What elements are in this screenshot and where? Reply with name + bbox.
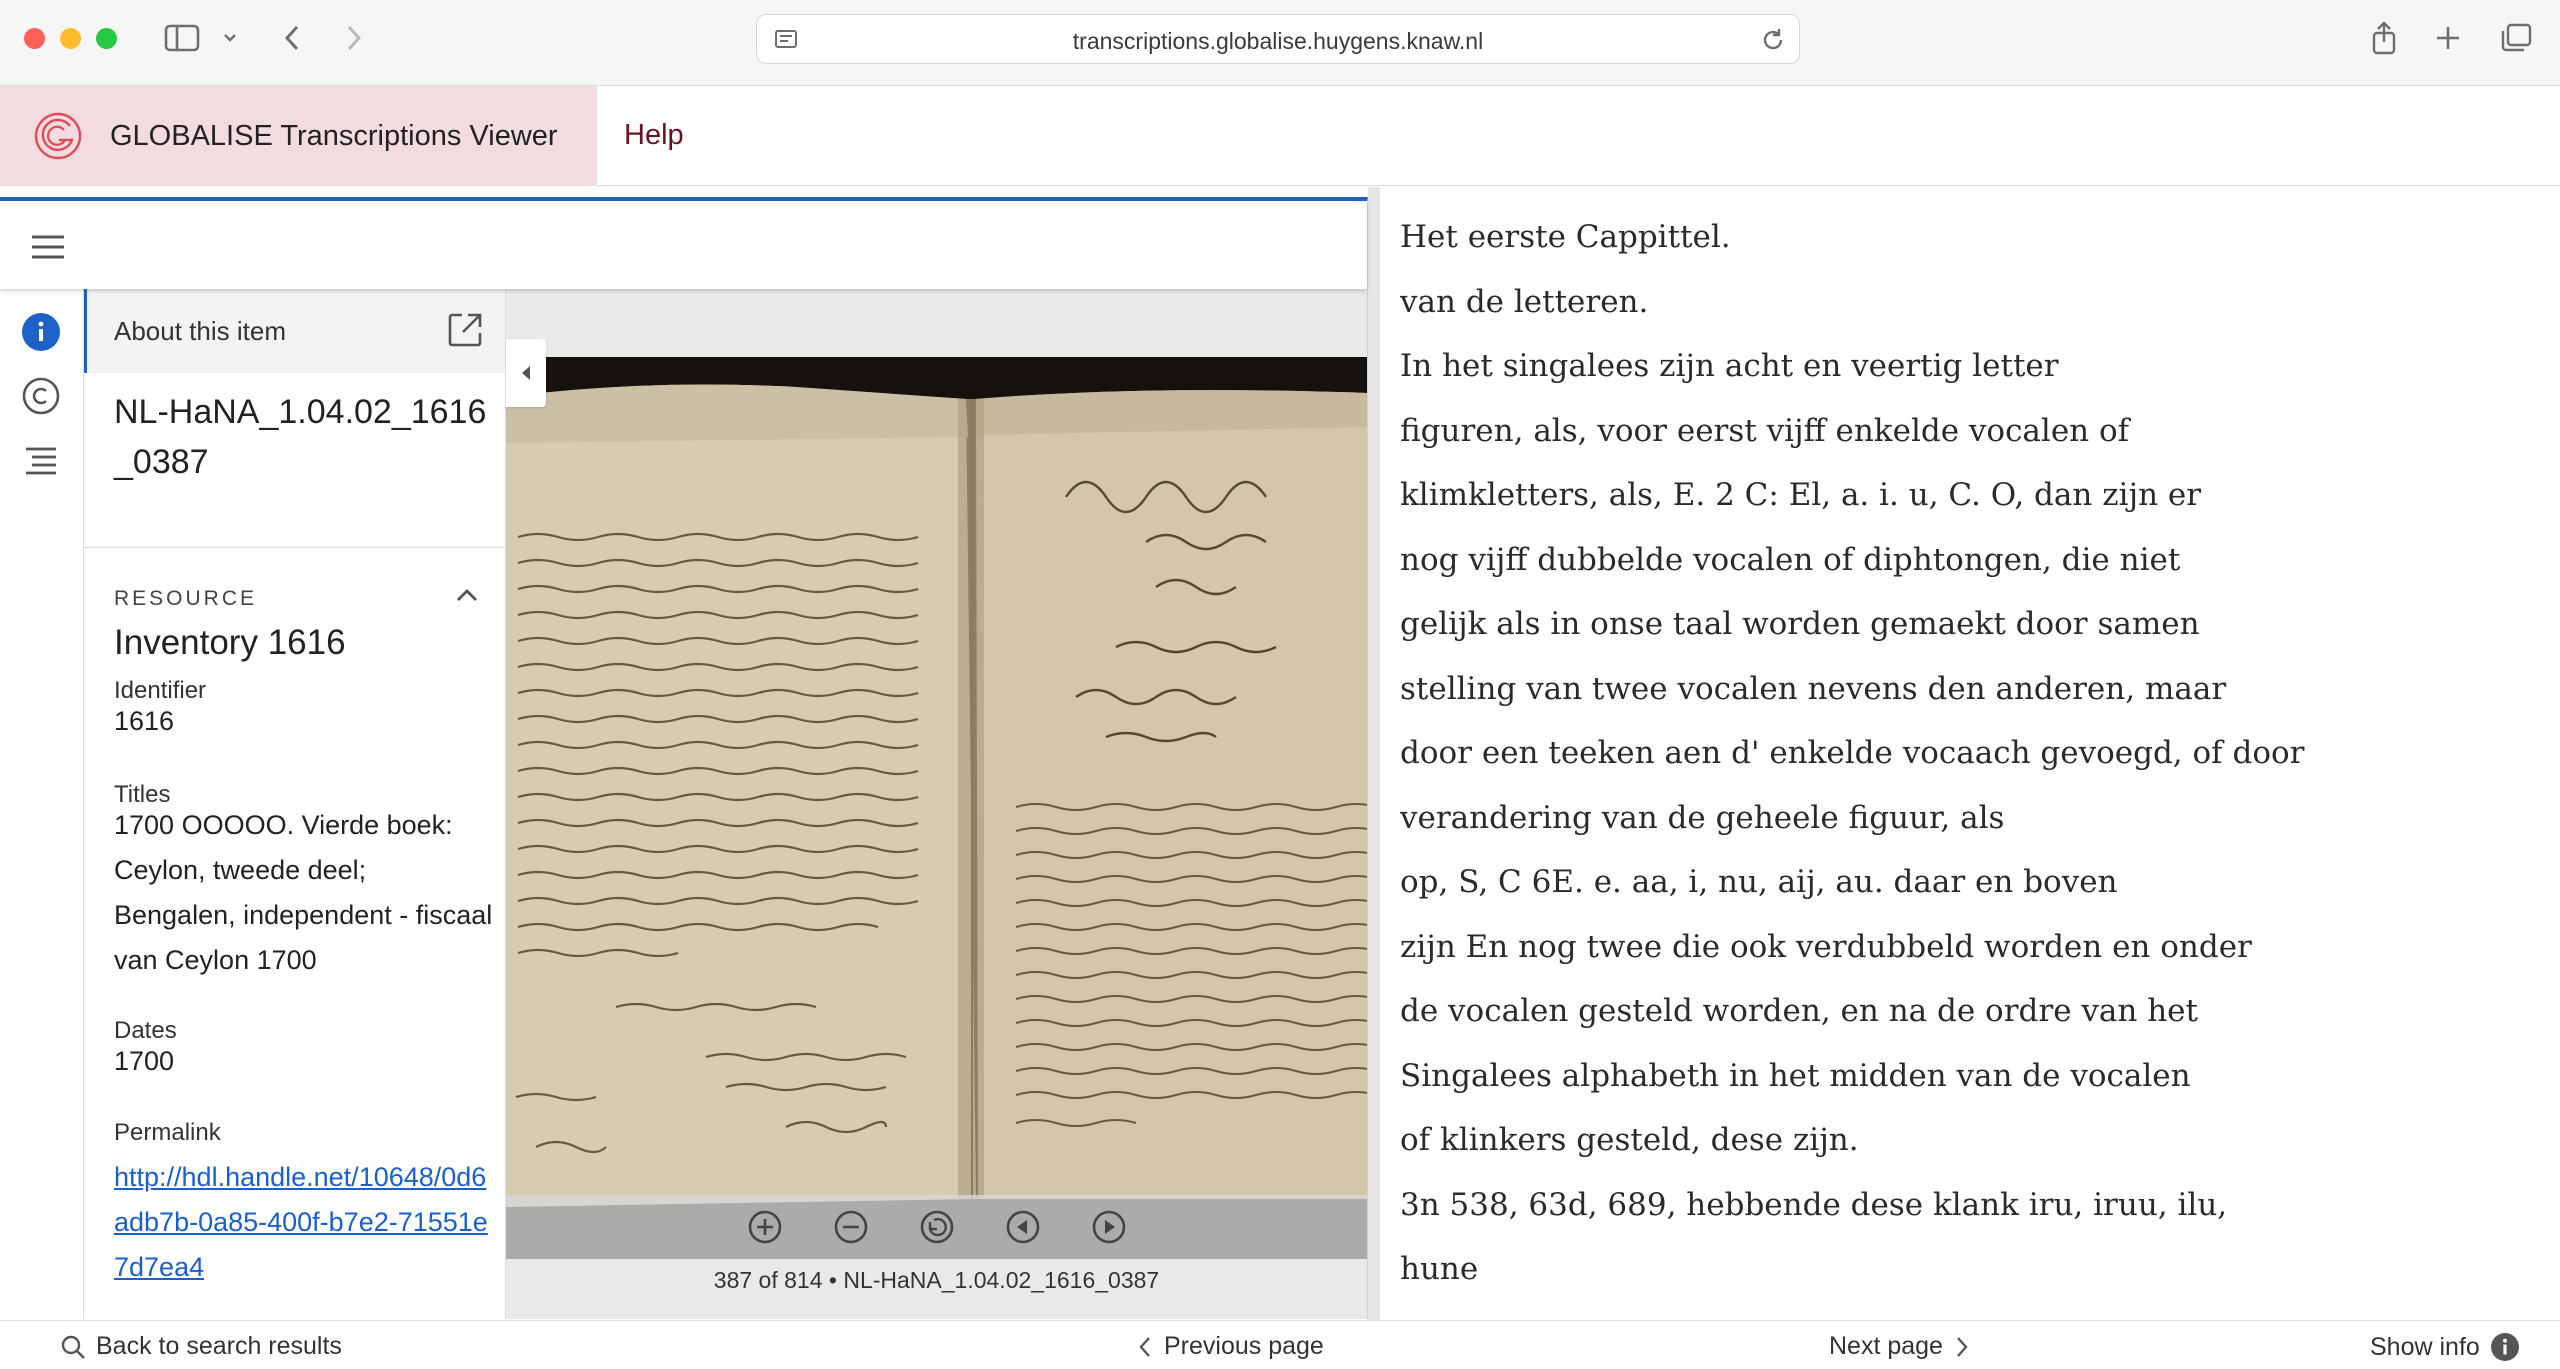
previous-page-label: Previous page [1164, 1332, 1324, 1360]
dates-value: 1700 [114, 1046, 175, 1076]
transcription-line: op, S, C 6E. e. aa, i, nu, aij, au. daar… [1400, 864, 2118, 900]
chevron-right-icon [1957, 1336, 1968, 1357]
rights-copyright-icon[interactable] [20, 375, 62, 417]
transcription-line: hune [1400, 1251, 1479, 1287]
brand-home-link[interactable]: GLOBALISE Transcriptions Viewer [0, 86, 597, 186]
info-icon[interactable] [20, 311, 62, 353]
next-canvas-icon[interactable] [1077, 1195, 1141, 1259]
app-title: GLOBALISE Transcriptions Viewer [110, 119, 558, 152]
new-tab-icon[interactable] [2428, 18, 2468, 58]
next-page-button[interactable]: Next page [1829, 1332, 1971, 1361]
address-bar[interactable]: transcriptions.globalise.huygens.knaw.nl [756, 14, 1800, 64]
transcription-line: 3n 538, 63d, 689, hebbende dese klank ir… [1400, 1186, 2228, 1223]
transcription-line: figuren, als, voor eerst vijff enkelde v… [1400, 412, 2130, 449]
resource-section-heading: RESOURCE [114, 587, 258, 610]
zoom-out-icon[interactable] [819, 1195, 883, 1259]
transcription-line: stelling van twee vocalen nevens den and… [1400, 670, 2227, 707]
url-text: transcriptions.globalise.huygens.knaw.nl [1072, 28, 1484, 54]
item-info-panel: About this item NL-HaNA_1.04.02_1616_038… [84, 289, 506, 1319]
permalink-label: Permalink [114, 1119, 221, 1146]
resource-name: Inventory 1616 [114, 623, 346, 662]
transcription-line: klimkletters, als, E. 2 C: El, a. i. u, … [1400, 477, 2202, 513]
chevron-up-icon[interactable] [453, 585, 481, 610]
transcription-lines: Het eerste Cappittel. van de letteren. I… [1400, 211, 2305, 1308]
about-item-label: About this item [114, 316, 286, 346]
minimize-window-button[interactable] [60, 28, 81, 49]
transcription-line: verandering van de geheele figuur, als [1400, 799, 2005, 836]
sidebar-toggle-icon[interactable] [160, 18, 204, 58]
companion-icon-rail [0, 289, 84, 1319]
caret-left-icon [522, 366, 530, 380]
search-icon [61, 1335, 85, 1359]
transcription-line: Het eerste Cappittel. [1400, 219, 1731, 255]
transcription-line: door een teeken aen d' enkelde vocaach g… [1400, 735, 2305, 771]
open-external-icon[interactable] [446, 311, 484, 354]
titles-value: 1700 OOOOO. Vierde boek: Ceylon, tweede … [114, 810, 493, 975]
page-caption: 387 of 814 • NL-HaNA_1.04.02_1616_0387 [713, 1267, 1160, 1293]
pane-divider[interactable] [1368, 187, 1380, 1320]
transcription-line: Singalees alphabeth in het midden van de… [1400, 1057, 2191, 1094]
show-info-label: Show info [2370, 1332, 2480, 1361]
footer-navigation: Back to search results Previous page Nex… [0, 1320, 2560, 1369]
back-to-search-button[interactable]: Back to search results [60, 1332, 342, 1361]
chevron-down-icon[interactable] [218, 18, 242, 58]
show-info-button[interactable]: Show info [2370, 1332, 2520, 1362]
info-circle-icon [2490, 1333, 2519, 1361]
transcription-line: In het singalees zijn acht en veertig le… [1400, 348, 2059, 384]
manuscript-page-image[interactable] [506, 357, 1367, 1259]
help-link[interactable]: Help [624, 119, 684, 152]
zoom-window-button[interactable] [96, 28, 117, 49]
tab-overview-icon[interactable] [2494, 18, 2538, 58]
back-to-search-label: Back to search results [96, 1332, 342, 1360]
viewer-pane: About this item NL-HaNA_1.04.02_1616_038… [0, 197, 1368, 1319]
transcription-line: nog vijff dubbelde vocalen of diphtongen… [1400, 541, 2181, 578]
back-icon[interactable] [272, 18, 312, 58]
divider [84, 547, 505, 548]
zoom-in-icon[interactable] [733, 1195, 797, 1259]
next-page-label: Next page [1829, 1332, 1943, 1360]
close-window-button[interactable] [24, 28, 45, 49]
collapse-panel-button[interactable] [506, 339, 546, 407]
about-item-header: About this item [84, 289, 505, 373]
viewer-toolbar [0, 201, 1367, 289]
reload-icon[interactable] [1759, 26, 1787, 59]
zoom-controls [506, 1195, 1367, 1259]
transcription-line: zijn En nog twee die ook verdubbeld word… [1400, 928, 2252, 965]
item-title: NL-HaNA_1.04.02_1616_0387 [114, 393, 487, 481]
forward-icon[interactable] [334, 18, 374, 58]
share-icon[interactable] [2364, 18, 2404, 58]
permalink-link[interactable]: http://hdl.handle.net/10648/0d6adb7b-0a8… [114, 1155, 494, 1290]
reset-zoom-icon[interactable] [905, 1195, 969, 1259]
transcription-line: van de letteren. [1400, 283, 1649, 320]
browser-toolbar: transcriptions.globalise.huygens.knaw.nl [0, 0, 2560, 86]
transcription-line: of klinkers gesteld, dese zijn. [1400, 1122, 1859, 1158]
globalise-logo-icon [34, 112, 82, 160]
transcription-line: de vocalen gesteld worden, en na de ordr… [1400, 993, 2198, 1029]
previous-canvas-icon[interactable] [991, 1195, 1055, 1259]
app-header: GLOBALISE Transcriptions Viewer Help [0, 86, 2560, 186]
transcription-pane: Het eerste Cappittel. van de letteren. I… [1380, 187, 2560, 1320]
previous-page-button[interactable]: Previous page [1136, 1332, 1324, 1361]
chevron-left-icon [1139, 1336, 1150, 1357]
image-viewer[interactable]: 387 of 814 • NL-HaNA_1.04.02_1616_0387 [506, 289, 1367, 1319]
identifier-value: 1616 [114, 706, 175, 736]
hamburger-menu-icon[interactable] [30, 233, 66, 261]
transcription-line: gelijk als in onse taal worden gemaekt d… [1400, 606, 2200, 642]
transcription-list-icon[interactable] [20, 441, 62, 483]
